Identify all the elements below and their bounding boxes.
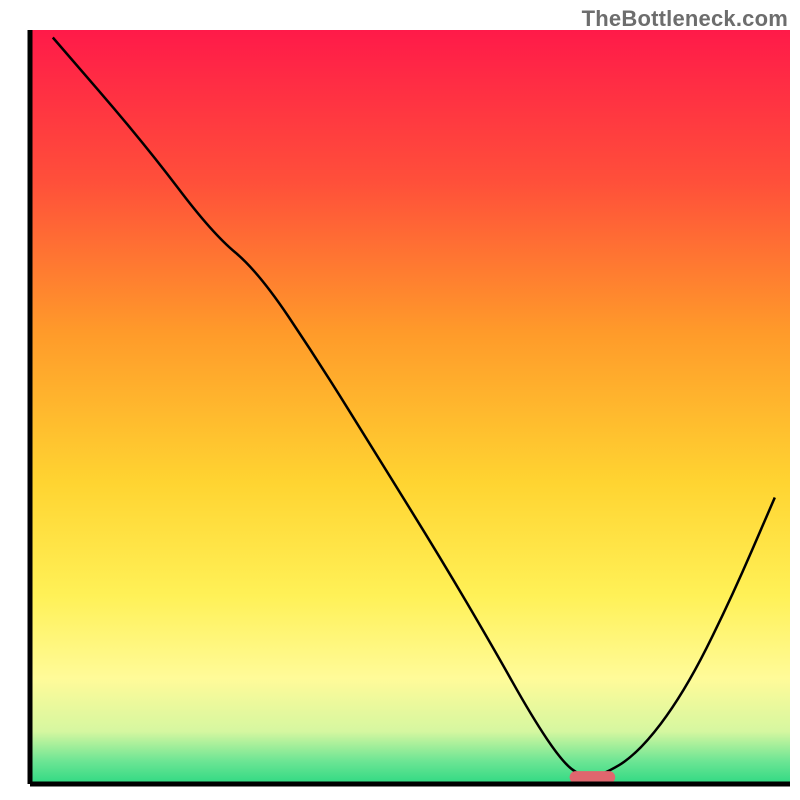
bottleneck-chart: [0, 0, 800, 800]
watermark-text: TheBottleneck.com: [582, 6, 788, 32]
optimal-range-marker: [570, 771, 616, 783]
